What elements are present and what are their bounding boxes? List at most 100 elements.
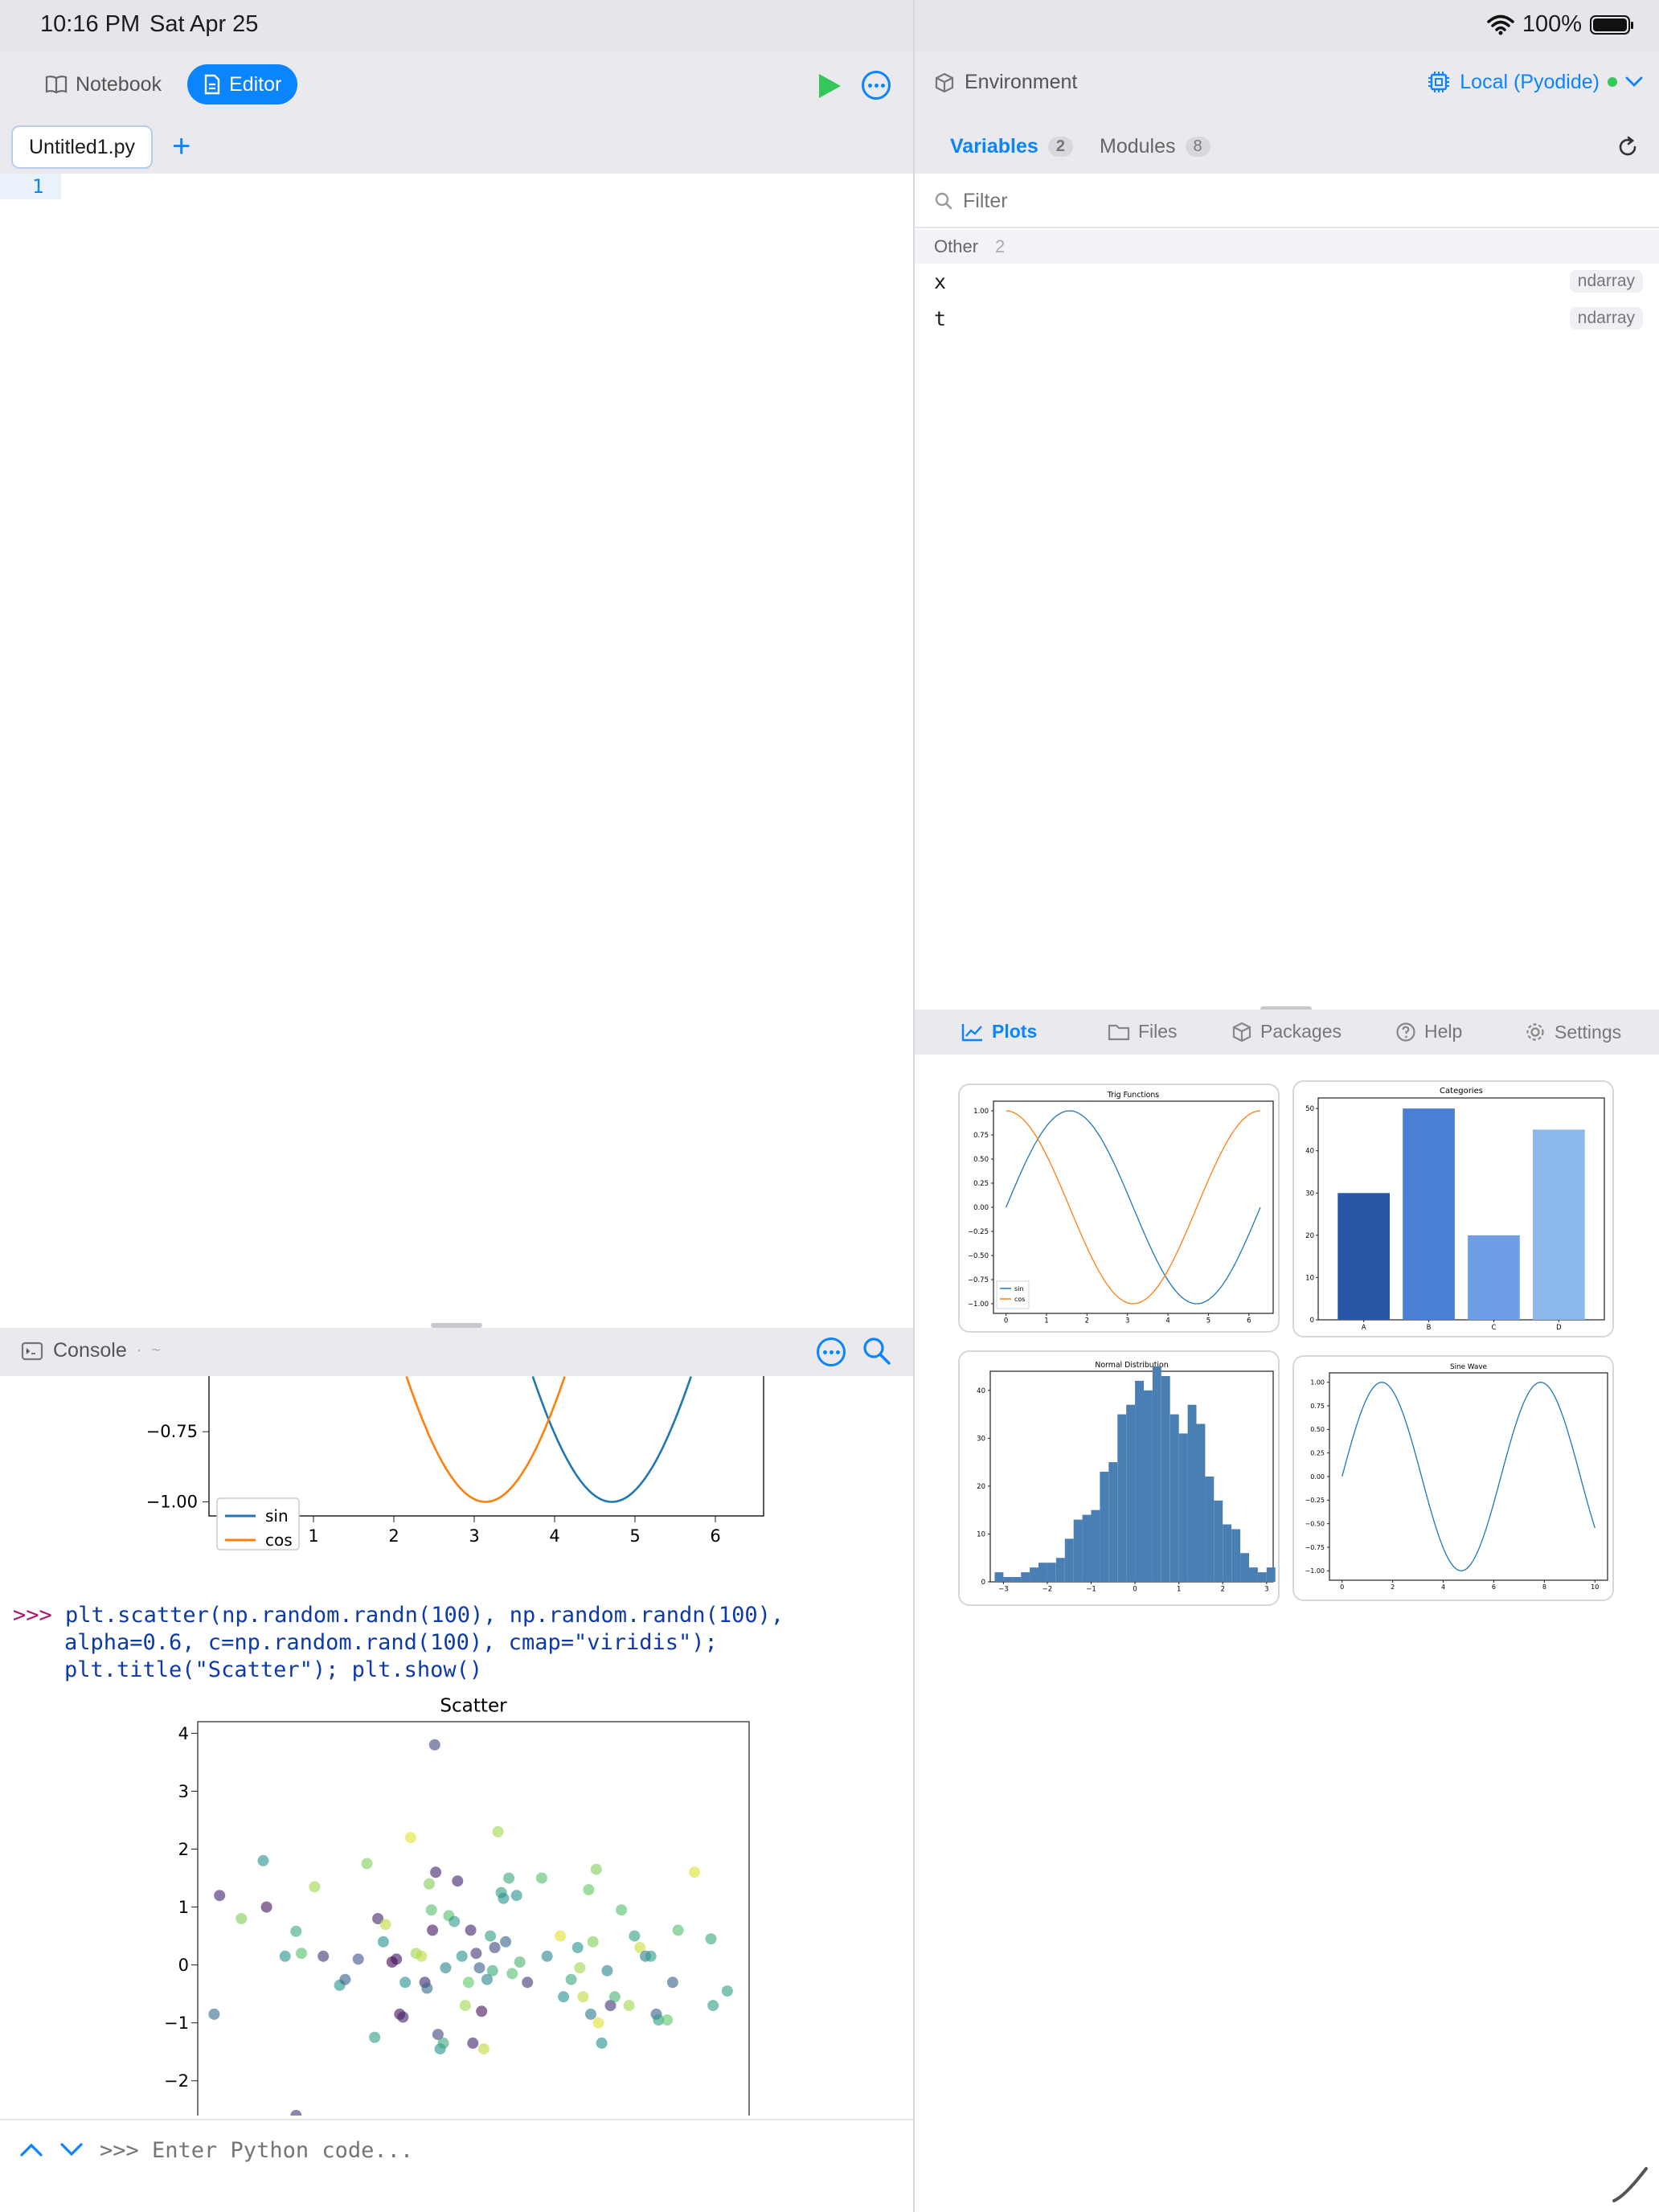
tab-files-label: Files bbox=[1138, 1021, 1178, 1042]
tab-settings[interactable]: Settings bbox=[1524, 1021, 1621, 1043]
variable-name: x bbox=[934, 270, 947, 293]
file-tab-bar: Untitled1.py + bbox=[0, 121, 913, 174]
search-icon[interactable] bbox=[862, 1336, 892, 1366]
variables-tabs: Variables 2 Modules 8 bbox=[915, 121, 1659, 174]
scatter-point bbox=[470, 1948, 482, 1960]
plot-thumbnail-trig[interactable]: Trig Functions 0 1 2 3 4 5 6 1.00 0.75 0.50 0.25 0.0… bbox=[958, 1083, 1280, 1333]
histogram-bar bbox=[1161, 1376, 1170, 1582]
histogram-bar bbox=[1144, 1390, 1153, 1582]
refresh-icon[interactable] bbox=[1616, 135, 1640, 159]
cube-icon bbox=[935, 72, 954, 92]
console-scatter-plot: Scatter−2−1012−2−101234 bbox=[164, 1695, 750, 2116]
battery-fill bbox=[1593, 18, 1627, 31]
scatter-point bbox=[577, 1991, 589, 2003]
scatter-point bbox=[477, 2043, 490, 2055]
history-down-icon[interactable] bbox=[59, 2141, 84, 2157]
group-count: 2 bbox=[995, 236, 1006, 256]
scatter-point bbox=[236, 1913, 248, 1924]
tab-files[interactable]: Files bbox=[1108, 1021, 1178, 1043]
histogram-bar bbox=[1117, 1414, 1127, 1582]
scatter-point bbox=[369, 2031, 381, 2043]
scatter-point bbox=[339, 1973, 351, 1985]
scatter-point bbox=[430, 1866, 442, 1878]
more-options-button[interactable] bbox=[862, 71, 891, 100]
scatter-point bbox=[662, 2014, 674, 2026]
legend-box bbox=[996, 1280, 1030, 1309]
x-tick-label: 0 bbox=[1004, 1317, 1008, 1325]
y-tick-label: 30 bbox=[977, 1435, 985, 1443]
histogram-bar bbox=[1064, 1538, 1074, 1582]
histogram-bar bbox=[1152, 1366, 1161, 1582]
package-icon bbox=[1232, 1022, 1251, 1042]
scatter-point bbox=[296, 1948, 307, 1960]
tab-modules-count: 8 bbox=[1185, 137, 1210, 157]
variable-row-x[interactable]: x ndarray bbox=[915, 264, 1659, 301]
scatter-point bbox=[428, 1739, 440, 1751]
series-line-sin bbox=[1006, 1110, 1261, 1305]
console-output[interactable]: 0123456−0.50−0.75−1.00sincos >>> plt.sca… bbox=[0, 1376, 913, 2116]
scatter-point bbox=[689, 1866, 701, 1878]
y-tick-label: 50 bbox=[1305, 1105, 1314, 1113]
scatter-point bbox=[377, 1936, 389, 1948]
x-tick-label: C bbox=[1491, 1324, 1496, 1332]
y-tick-label: −0.75 bbox=[146, 1422, 198, 1441]
status-bar: 10:16 PM Sat Apr 25 100% bbox=[0, 0, 1659, 51]
plot-thumbnail-categories[interactable]: Categories 0 10 20 30 40 50 A B C D bbox=[1292, 1080, 1614, 1337]
scatter-point bbox=[485, 1930, 497, 1942]
histogram-bar bbox=[1187, 1404, 1197, 1582]
x-tick-label: 3 bbox=[469, 1526, 479, 1546]
scatter-point bbox=[290, 1925, 302, 1937]
histogram-bar bbox=[1012, 1577, 1022, 1582]
tab-plots[interactable]: Plots bbox=[961, 1021, 1037, 1043]
y-tick-label: −1.00 bbox=[146, 1493, 198, 1512]
x-tick-label: 2 bbox=[1391, 1583, 1395, 1591]
scatter-point bbox=[473, 1962, 485, 1974]
console-trig-plot: 0123456−0.50−0.75−1.00sincos bbox=[146, 1376, 764, 1550]
tab-packages[interactable]: Packages bbox=[1231, 1021, 1342, 1043]
console-prompt: >>> bbox=[13, 1603, 52, 1628]
scatter-point bbox=[645, 1950, 657, 1962]
editor-label: Editor bbox=[229, 72, 282, 96]
add-tab-button[interactable]: + bbox=[172, 129, 190, 165]
scatter-point bbox=[257, 1854, 269, 1866]
run-button[interactable] bbox=[817, 72, 842, 100]
variable-group-header[interactable]: Other 2 bbox=[915, 230, 1659, 264]
variable-row-t[interactable]: t ndarray bbox=[915, 301, 1659, 338]
filter-input[interactable] bbox=[963, 185, 1622, 217]
status-right: 100% bbox=[1487, 11, 1633, 38]
tab-variables[interactable]: Variables 2 bbox=[950, 135, 1073, 158]
plot-thumbnail-normal[interactable]: Normal Distribution −3 −2 −1 0 1 2 3 0 10 20 30 40 bbox=[958, 1350, 1280, 1606]
plot-thumbnail-sine[interactable]: Sine Wave 0 2 4 6 8 10 1.00 0.75 0.50 0.25 0.00 −0.2… bbox=[1292, 1355, 1614, 1601]
folder-icon bbox=[1108, 1024, 1130, 1040]
scatter-point bbox=[535, 1872, 547, 1884]
editor-button[interactable]: Editor bbox=[187, 64, 298, 104]
y-tick-label: 0.25 bbox=[973, 1180, 989, 1188]
bar-C bbox=[1468, 1235, 1520, 1320]
scatter-point bbox=[421, 1982, 433, 1994]
x-tick-label: 0 bbox=[1340, 1583, 1344, 1591]
x-tick-label: 10 bbox=[1591, 1583, 1599, 1591]
y-tick-label: 0.50 bbox=[973, 1156, 989, 1164]
battery-icon bbox=[1590, 14, 1633, 35]
y-tick-label: 0 bbox=[981, 1579, 985, 1587]
code-editor[interactable]: 1 bbox=[0, 174, 913, 1328]
y-tick-label: 0.75 bbox=[973, 1132, 989, 1140]
file-tab-untitled1[interactable]: Untitled1.py bbox=[11, 125, 154, 169]
scatter-point bbox=[707, 2000, 719, 2012]
console-more-button[interactable] bbox=[817, 1337, 846, 1366]
histogram-bar bbox=[1178, 1433, 1188, 1582]
y-tick-label: 1.00 bbox=[973, 1108, 989, 1116]
tab-help[interactable]: Help bbox=[1395, 1021, 1462, 1043]
gutter-line-highlight: 1 bbox=[0, 174, 61, 199]
trig-thumbnail-chart: Trig Functions 0 1 2 3 4 5 6 1.00 0.75 0.50 0.25 0.0… bbox=[968, 1091, 1274, 1325]
history-up-icon[interactable] bbox=[19, 2141, 43, 2157]
console-input[interactable] bbox=[100, 2132, 887, 2169]
bar-D bbox=[1533, 1129, 1585, 1320]
console-path: ~ bbox=[151, 1342, 162, 1359]
pencil-scribble-icon[interactable] bbox=[1611, 2164, 1651, 2204]
y-tick-label: −1.00 bbox=[1305, 1567, 1325, 1575]
tab-modules[interactable]: Modules 8 bbox=[1100, 135, 1210, 158]
notebook-button[interactable]: Notebook bbox=[29, 64, 178, 104]
kernel-selector[interactable]: Local (Pyodide) bbox=[1426, 69, 1643, 95]
variable-name: t bbox=[934, 307, 947, 330]
